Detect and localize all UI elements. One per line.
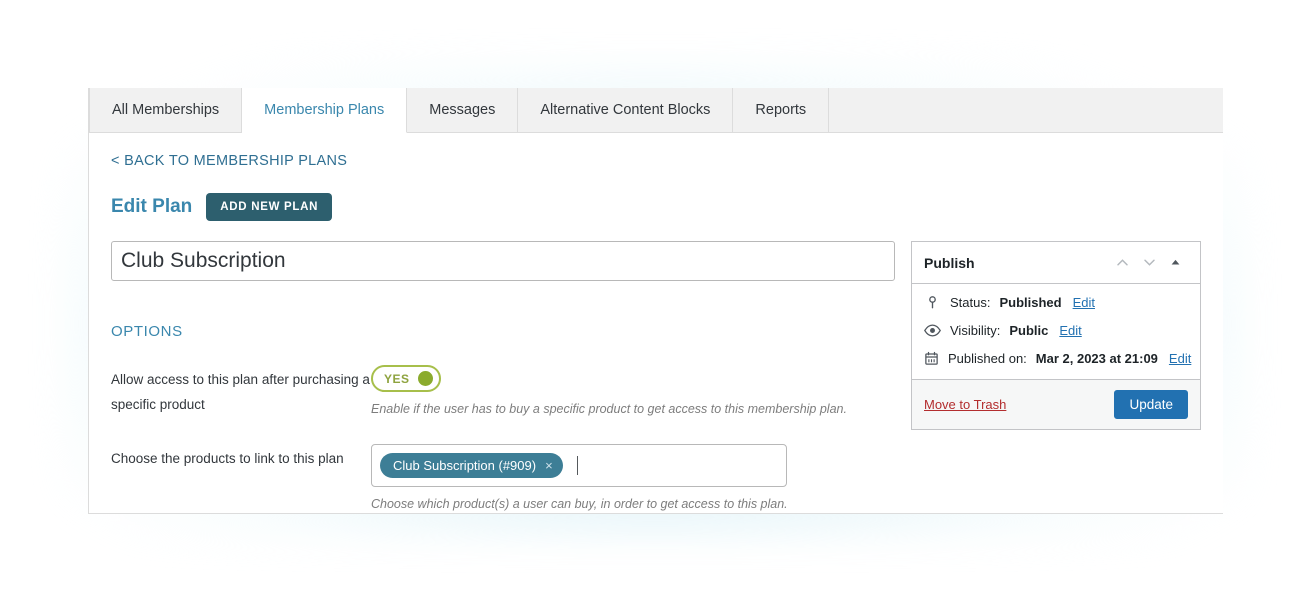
field-allow-access: Allow access to this plan after purchasi… <box>111 365 911 419</box>
product-chip[interactable]: Club Subscription (#909) × <box>380 452 563 478</box>
publish-row-value: Mar 2, 2023 at 21:09 <box>1035 351 1158 366</box>
edit-status-link[interactable]: Edit <box>1073 295 1095 310</box>
tab-membership-plans[interactable]: Membership Plans <box>242 88 408 133</box>
admin-card: All Memberships Membership Plans Message… <box>88 88 1223 514</box>
content-columns: OPTIONS Allow access to this plan after … <box>111 241 1201 513</box>
tab-label: All Memberships <box>112 102 220 118</box>
field-help-text: Enable if the user has to buy a specific… <box>371 402 847 416</box>
options-section-heading: OPTIONS <box>111 323 183 340</box>
tab-label: Reports <box>755 102 807 118</box>
page-title: Edit Plan <box>111 196 193 217</box>
tab-bar-filler <box>829 88 1223 132</box>
panel-collapse-toggle-icon[interactable] <box>1163 256 1188 269</box>
field-label: Allow access to this plan after purchasi… <box>111 372 370 412</box>
tab-bar: All Memberships Membership Plans Message… <box>89 88 1223 133</box>
publish-row-prefix: Status: <box>950 295 991 310</box>
tab-messages[interactable]: Messages <box>407 88 519 132</box>
pin-icon <box>924 295 941 310</box>
field-label: Choose the products to link to this plan <box>111 450 344 466</box>
back-to-membership-plans-link[interactable]: < BACK TO MEMBERSHIP PLANS <box>111 153 347 169</box>
tab-label: Alternative Content Blocks <box>540 102 711 118</box>
products-multiselect[interactable]: Club Subscription (#909) × <box>371 443 787 487</box>
publish-row-visibility: Visibility: Public Edit <box>924 323 1188 338</box>
tab-label: Membership Plans <box>264 102 385 118</box>
remove-chip-icon[interactable]: × <box>545 459 553 472</box>
publish-row-prefix: Published on: <box>948 351 1027 366</box>
allow-access-toggle[interactable]: YES <box>371 365 441 392</box>
tab-label: Messages <box>429 102 496 118</box>
field-link-products: Choose the products to link to this plan… <box>111 443 911 514</box>
main-column: OPTIONS Allow access to this plan after … <box>111 241 911 513</box>
add-new-plan-button[interactable]: ADD NEW PLAN <box>206 193 333 221</box>
edit-date-link[interactable]: Edit <box>1169 351 1191 366</box>
tab-reports[interactable]: Reports <box>733 88 830 132</box>
publish-row-prefix: Visibility: <box>950 323 1001 338</box>
plan-title-input[interactable] <box>111 241 895 281</box>
publish-panel-body: Status: Published Edit Visibility: Publi… <box>912 284 1200 379</box>
sidebar-column: Publish Status: Published Edit Visibilit… <box>911 241 1201 513</box>
toggle-label: YES <box>384 371 410 386</box>
field-control: Club Subscription (#909) × Choose which … <box>371 443 911 514</box>
toggle-knob <box>417 371 433 386</box>
calendar-icon <box>924 351 939 366</box>
tab-alternative-content-blocks[interactable]: Alternative Content Blocks <box>518 88 734 132</box>
chevron-down-icon[interactable] <box>1136 255 1163 270</box>
move-to-trash-link[interactable]: Move to Trash <box>924 397 1006 412</box>
publish-row-date: Published on: Mar 2, 2023 at 21:09 Edit <box>924 351 1191 366</box>
text-caret <box>576 455 578 475</box>
field-help-text: Choose which product(s) a user can buy, … <box>371 496 788 511</box>
page-heading-row: Edit Plan ADD NEW PLAN <box>111 193 1201 221</box>
product-chip-label: Club Subscription (#909) <box>393 457 537 473</box>
field-control: YES Enable if the user has to buy a spec… <box>371 365 911 419</box>
chevron-up-icon[interactable] <box>1109 255 1136 270</box>
tab-all-memberships[interactable]: All Memberships <box>89 88 243 132</box>
publish-row-value: Public <box>1009 323 1049 338</box>
publish-panel-title: Publish <box>924 254 975 271</box>
card-body: < BACK TO MEMBERSHIP PLANS Edit Plan ADD… <box>89 133 1223 513</box>
edit-visibility-link[interactable]: Edit <box>1059 323 1081 338</box>
publish-row-value: Published <box>999 295 1062 310</box>
publish-panel-footer: Move to Trash Update <box>912 379 1200 429</box>
update-button[interactable]: Update <box>1114 390 1188 419</box>
publish-panel: Publish Status: Published Edit Visibilit… <box>911 241 1201 430</box>
publish-row-status: Status: Published Edit <box>924 295 1188 310</box>
publish-panel-header: Publish <box>912 242 1200 284</box>
eye-icon <box>924 323 941 338</box>
